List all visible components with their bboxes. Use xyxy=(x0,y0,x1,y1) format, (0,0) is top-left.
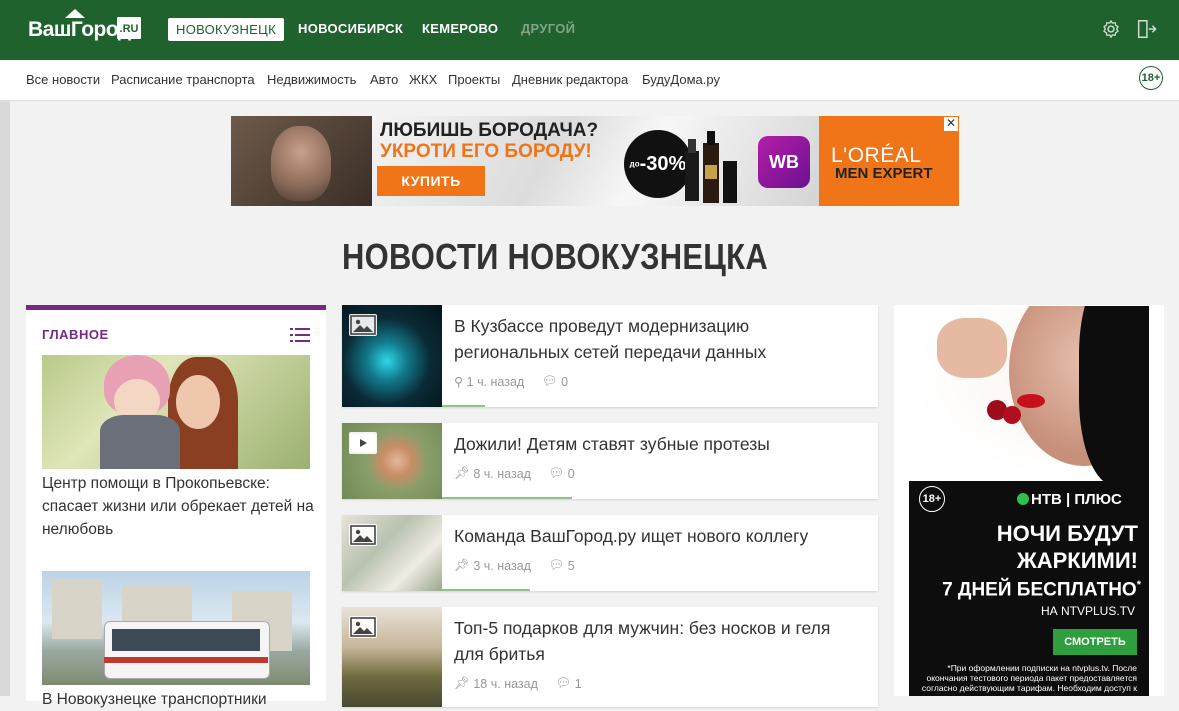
news-title[interactable]: Топ-5 подарков для мужчин: без носков и … xyxy=(454,615,864,667)
city-tab-kemerovo[interactable]: КЕМЕРОВО xyxy=(422,21,498,36)
read-progress-bar xyxy=(442,497,572,499)
ad-brand-plus: ПЛЮС xyxy=(1074,491,1122,508)
news-comments-count[interactable]: 1 xyxy=(575,677,582,691)
logo-text: ВашГород xyxy=(28,18,131,41)
location-pin-icon: ⚲ xyxy=(454,375,464,390)
ad-age-badge: 18+ xyxy=(919,486,945,512)
comment-icon: 💬︎ xyxy=(548,466,565,481)
ad-brand-name: НТВ xyxy=(1031,491,1062,508)
image-icon xyxy=(349,616,377,638)
video-icon xyxy=(349,432,377,454)
pin-icon: 📌︎ xyxy=(454,676,470,691)
logo-suffix: .RU xyxy=(117,17,141,39)
section-nav: Все новости Расписание транспорта Недвиж… xyxy=(0,60,1179,101)
news-thumbnail xyxy=(342,515,442,591)
top-ad-banner[interactable]: ЛЮБИШЬ БОРОДАЧА? УКРОТИ ЕГО БОРОДУ! КУПИ… xyxy=(231,116,959,206)
list-menu-icon[interactable] xyxy=(290,328,310,342)
side-ad-banner[interactable]: 18+ НТВ | ПЛЮС НОЧИ БУДУТ ЖАРКИМИ! 7 ДНЕ… xyxy=(909,306,1149,696)
news-meta: 📌︎ 8 ч. назад 💬︎ 0 xyxy=(454,466,575,481)
main-item-photo-2[interactable] xyxy=(42,571,310,685)
ad-watch-button[interactable]: СМОТРЕТЬ xyxy=(1053,629,1137,655)
news-meta: 📌︎ 18 ч. назад 💬︎ 1 xyxy=(454,676,582,691)
news-time: 1 ч. назад xyxy=(466,374,525,389)
top-header: ВашГород .RU НОВОКУЗНЕЦК НОВОСИБИРСК КЕМ… xyxy=(0,0,1179,60)
nav-auto[interactable]: Авто xyxy=(370,72,398,87)
age-rating-badge: 18+ xyxy=(1139,66,1163,90)
main-item-photo-1[interactable] xyxy=(42,355,310,469)
city-tab-novokuznetsk[interactable]: НОВОКУЗНЕЦК xyxy=(168,18,284,41)
left-scroll-strip xyxy=(0,101,10,696)
news-card[interactable]: Команда ВашГород.ру ищет нового коллегу … xyxy=(342,515,878,591)
main-heading[interactable]: ГЛАВНОЕ xyxy=(42,327,109,342)
news-card[interactable]: Дожили! Детям ставят зубные протезы 📌︎ 8… xyxy=(342,423,878,499)
ad-site: НА NTVPLUS.TV xyxy=(1040,604,1135,618)
ad-brand: НТВ | ПЛЮС xyxy=(1031,491,1122,508)
product-bottles-icon xyxy=(685,131,737,203)
image-icon xyxy=(349,524,377,546)
banner-discount-prefix: до xyxy=(629,159,640,169)
news-time: 18 ч. назад xyxy=(473,676,538,691)
ad-offer-mark: * xyxy=(1136,579,1141,591)
banner-man-photo xyxy=(231,116,372,206)
nav-projects[interactable]: Проекты xyxy=(448,72,500,87)
banner-discount-value: -30% xyxy=(639,153,687,175)
news-thumbnail xyxy=(342,305,442,407)
ad-headline-line1: НОЧИ БУДУТ xyxy=(996,521,1138,546)
news-meta: 📌︎ 3 ч. назад 💬︎ 5 xyxy=(454,558,575,573)
city-tab-other[interactable]: ДРУГОЙ xyxy=(521,21,575,36)
comment-icon: 💬︎ xyxy=(541,374,558,389)
news-title[interactable]: В Кузбассе проведут модернизацию региона… xyxy=(454,313,864,365)
news-comments-count[interactable]: 5 xyxy=(568,559,575,573)
page-title: НОВОСТИ НОВОКУЗНЕЦКА xyxy=(342,236,768,277)
nav-housing[interactable]: ЖКХ xyxy=(409,72,437,87)
banner-line2: УКРОТИ ЕГО БОРОДУ! xyxy=(380,141,592,162)
ad-fine-print: *При оформлении подписки на ntvplus.tv. … xyxy=(921,663,1137,696)
comment-icon: 💬︎ xyxy=(548,558,565,573)
news-card[interactable]: В Кузбассе проведут модернизацию региона… xyxy=(342,305,878,407)
nav-all-news[interactable]: Все новости xyxy=(26,72,100,87)
ad-headline-line2: ЖАРКИМИ! xyxy=(1016,548,1138,573)
news-title[interactable]: Дожили! Детям ставят зубные протезы xyxy=(454,431,864,457)
news-meta: ⚲ 1 ч. назад 💬︎ 0 xyxy=(454,374,568,389)
main-item-title-1[interactable]: Центр помощи в Прокопьевске: спасает жиз… xyxy=(42,472,318,541)
news-time: 3 ч. назад xyxy=(473,558,531,573)
news-thumbnail xyxy=(342,423,442,499)
ad-offer: 7 ДНЕЙ БЕСПЛАТНО* xyxy=(942,579,1141,601)
news-title[interactable]: Команда ВашГород.ру ищет нового коллегу xyxy=(454,523,864,549)
news-time: 8 ч. назад xyxy=(473,466,531,481)
pin-icon: 📌︎ xyxy=(454,466,470,481)
ad-headline: НОЧИ БУДУТ ЖАРКИМИ! xyxy=(997,520,1138,574)
nav-real-estate[interactable]: Недвижимость xyxy=(267,72,356,87)
ntv-logo-icon xyxy=(1017,493,1029,505)
news-comments-count[interactable]: 0 xyxy=(561,375,568,389)
news-thumbnail xyxy=(342,607,442,707)
main-item-title-2[interactable]: В Новокузнецке транспортники xyxy=(42,688,318,711)
ad-offer-text: 7 ДНЕЙ БЕСПЛАТНО xyxy=(942,579,1137,601)
read-progress-bar xyxy=(442,589,530,591)
banner-buy-button[interactable]: КУПИТЬ xyxy=(377,166,485,196)
news-comments-count[interactable]: 0 xyxy=(568,467,575,481)
ad-photo xyxy=(909,306,1149,486)
nav-bududoma[interactable]: БудуДома.ру xyxy=(642,72,720,87)
gear-icon[interactable] xyxy=(1100,18,1122,40)
read-progress-bar xyxy=(442,405,485,407)
news-card[interactable]: Топ-5 подарков для мужчин: без носков и … xyxy=(342,607,878,707)
nav-transport-schedule[interactable]: Расписание транспорта xyxy=(111,72,255,87)
banner-brand-sub: MEN EXPERT xyxy=(835,165,933,182)
city-tab-novosibirsk[interactable]: НОВОСИБИРСК xyxy=(298,21,403,36)
comment-icon: 💬︎ xyxy=(555,676,572,691)
pin-icon: 📌︎ xyxy=(454,558,470,573)
banner-line1: ЛЮБИШЬ БОРОДАЧА? xyxy=(380,120,599,141)
logout-icon[interactable] xyxy=(1135,18,1157,40)
main-news-column: ГЛАВНОЕ Центр помощи в Прокопьевске: спа… xyxy=(26,305,326,708)
image-icon xyxy=(349,314,377,336)
close-icon[interactable]: ✕ xyxy=(944,117,958,131)
logo-roof-icon xyxy=(65,9,85,18)
nav-editor-diary[interactable]: Дневник редактора xyxy=(512,72,628,87)
wildberries-logo: WB xyxy=(758,136,810,188)
